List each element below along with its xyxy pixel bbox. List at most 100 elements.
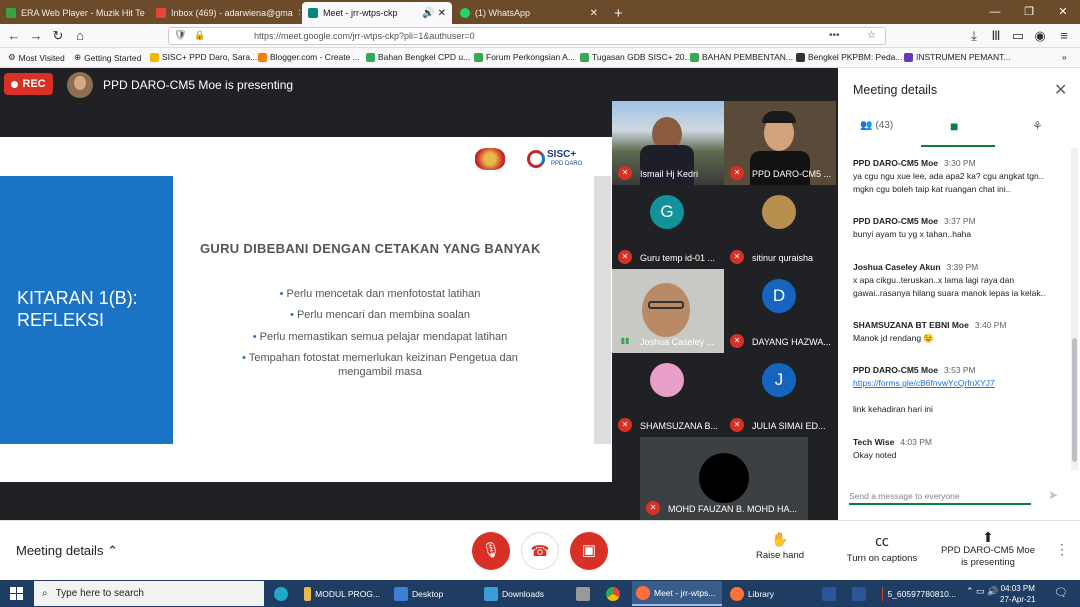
windows-start-icon[interactable] <box>10 587 23 600</box>
message-sender: PPD DARO-CM5 Moe <box>853 365 939 375</box>
participant-tile[interactable]: ✕ Ismail Hj Kedri <box>612 101 724 185</box>
url-text[interactable]: https://meet.google.com/jrr-wtps-ckp?pli… <box>254 31 475 41</box>
message-sender: Joshua Caseley Akun <box>853 262 941 272</box>
people-icon: 👥 <box>860 120 873 131</box>
lock-icon[interactable]: 🔒 <box>194 30 205 41</box>
account-icon[interactable]: ◉ <box>1032 28 1048 44</box>
close-tab-icon[interactable]: ✕ <box>298 8 300 19</box>
participant-tile[interactable]: ✕ sitinur quraisha <box>724 185 836 269</box>
camera-toggle-button[interactable]: ▣ <box>570 532 608 570</box>
message-text: x apa cikgu..teruskan..x lama lagi raya … <box>853 275 1015 285</box>
taskbar-label: MODUL PROG... <box>315 588 380 599</box>
new-tab-button[interactable]: + <box>608 2 630 24</box>
library-icon[interactable]: Ⅲ <box>988 28 1004 44</box>
glasses-icon <box>648 301 684 309</box>
download-icon[interactable]: ⤓ <box>966 28 982 44</box>
logo-text: SISC+ <box>547 149 577 160</box>
message-text: link kehadiran hari ini <box>853 404 933 414</box>
notification-icon[interactable]: 🗨 <box>1054 586 1068 599</box>
bookmark-item[interactable]: ⊕ Getting Started <box>74 52 141 63</box>
tab-inbox[interactable]: Inbox (469) - adarwiena@gma ✕ <box>150 2 300 24</box>
meet-stage: REC PPD DARO-CM5 Moe is presenting KITAR… <box>0 68 838 520</box>
participant-name: sitinur quraisha <box>752 253 814 263</box>
taskbar-item-active[interactable]: Meet - jrr-wtps... <box>632 581 722 606</box>
store-icon[interactable] <box>572 581 594 606</box>
activities-icon[interactable]: ⚘ <box>1032 119 1043 133</box>
bookmark-item[interactable]: BAHAN PEMBENTAN... <box>690 52 793 62</box>
bookmark-item[interactable]: INSTRUMEN PEMANT... <box>904 52 1010 62</box>
message-sender: SHAMSUZANA BT EBNI Moe <box>853 320 969 330</box>
minimize-icon[interactable]: — <box>978 0 1012 24</box>
captions-button[interactable]: ㏄ Turn on captions <box>842 531 922 564</box>
presenting-button[interactable]: ⬆ PPD DARO-CM5 Moe is presenting <box>940 530 1036 569</box>
meeting-details-button[interactable]: Meeting details ⌃ <box>16 543 118 559</box>
mic-off-icon: 🎙 <box>481 542 501 559</box>
chat-scrollbar[interactable] <box>1071 148 1078 470</box>
send-icon[interactable]: ➤ <box>1048 488 1058 502</box>
shield-icon[interactable]: 🛡 <box>174 30 187 41</box>
tab-people[interactable]: 👥 (43) <box>860 120 893 131</box>
tray-icons[interactable]: ⌃ ▭ 🔊 <box>966 586 998 597</box>
participant-tile[interactable]: ✕ SHAMSUZANA B... <box>612 353 724 437</box>
forward-icon[interactable]: → <box>28 28 44 44</box>
participant-video <box>762 111 796 123</box>
globe-icon: ⊕ <box>74 52 82 62</box>
address-bar[interactable]: 🛡 🔒 https://meet.google.com/jrr-wtps-ckp… <box>168 27 886 45</box>
bookmark-item[interactable]: ⚙ Most Visited <box>8 52 65 63</box>
participant-tile[interactable]: G ✕ Guru temp id-01 ... <box>612 185 724 269</box>
scrollbar-thumb[interactable] <box>1072 338 1077 462</box>
participant-tile[interactable]: ▮▮ Joshua Caseley ... <box>612 269 724 353</box>
raise-hand-button[interactable]: ✋ Raise hand <box>752 531 808 561</box>
chat-input[interactable]: Send a message to everyone <box>849 487 1031 505</box>
maximize-icon[interactable]: ❐ <box>1012 0 1046 24</box>
tab-meet[interactable]: Meet - jrr-wtps-ckp 🔊 ✕ <box>302 2 452 24</box>
message-text: ya cgu ngu xue lee, ada apa2 ka? cgu ang… <box>853 171 1044 181</box>
word-icon[interactable] <box>818 581 840 606</box>
close-window-icon[interactable]: ✕ <box>1046 0 1080 24</box>
sidebar-icon[interactable]: ▭ <box>1010 28 1026 44</box>
taskbar-label: Desktop <box>412 588 444 599</box>
star-icon[interactable]: ☆ <box>867 30 876 41</box>
menu-icon[interactable]: ≡ <box>1056 28 1072 44</box>
close-tab-icon[interactable]: ✕ <box>590 8 598 19</box>
browser-tab-bar: ERA Web Player - Muzik Hit Te✕ Inbox (46… <box>0 0 1080 24</box>
participant-tile[interactable]: J ✕ JULIA SIMAI ED... <box>724 353 836 437</box>
participant-tile[interactable]: D ✕ DAYANG HAZWA... <box>724 269 836 353</box>
edge-icon[interactable] <box>270 581 292 606</box>
close-tab-icon[interactable]: 🔊 ✕ <box>422 8 446 19</box>
participant-tile[interactable]: ✕ MOHD FAUZAN B. MOHD HA... <box>640 437 808 520</box>
more-options-icon[interactable]: ⋮ <box>1055 541 1069 558</box>
more-icon[interactable]: ••• <box>829 30 840 41</box>
taskbar-item[interactable]: Library <box>726 581 812 606</box>
back-icon[interactable]: ← <box>6 28 22 44</box>
taskbar-clock[interactable]: 04:03 PM 27-Apr-21 <box>1000 583 1036 605</box>
mic-toggle-button[interactable]: 🎙 <box>472 532 510 570</box>
bookmark-item[interactable]: Tugasan GDB SISC+ 20... <box>580 52 692 62</box>
taskbar-item[interactable]: MODUL PROG... <box>300 581 384 606</box>
taskbar-search[interactable]: ⌕ Type here to search <box>34 581 264 606</box>
close-icon[interactable]: ✕ <box>1054 80 1067 100</box>
taskbar-item[interactable]: Downloads <box>480 581 564 606</box>
bookmark-item[interactable]: SISC+ PPD Daro, Sara... <box>150 52 257 62</box>
bookmark-item[interactable]: Blogger.com - Create ... <box>258 52 360 62</box>
bookmark-item[interactable]: Bengkel PKPBM: Peda... <box>796 52 903 62</box>
leave-call-button[interactable]: ☎ <box>521 532 559 570</box>
participant-avatar: D <box>762 279 796 313</box>
home-icon[interactable]: ⌂ <box>72 28 88 44</box>
chat-icon[interactable]: ■ <box>950 118 958 134</box>
bookmark-item[interactable]: Forum Perkongsian A... <box>474 52 575 62</box>
attendance-link[interactable]: https://forms.gle/cB6fnvwYcQrfnXYJ7 <box>853 378 995 388</box>
participant-tile[interactable]: ✕ PPD DARO-CM5 ... <box>724 101 836 185</box>
window-controls: — ❐ ✕ <box>978 0 1080 24</box>
tab-era[interactable]: ERA Web Player - Muzik Hit Te✕ <box>0 2 148 24</box>
chrome-icon[interactable] <box>602 581 624 606</box>
excel-icon[interactable] <box>848 581 870 606</box>
more-bookmarks-icon[interactable]: » <box>1062 52 1067 62</box>
bookmark-item[interactable]: Bahan Bengkel CPD u... <box>366 52 470 62</box>
taskbar-item[interactable]: Desktop <box>390 581 474 606</box>
taskbar-label: Downloads <box>502 588 545 599</box>
taskbar-item[interactable]: 5_60597780810... <box>878 581 960 606</box>
page-icon <box>796 52 805 62</box>
tab-whatsapp[interactable]: (1) WhatsApp ✕ <box>454 2 604 24</box>
reload-icon[interactable]: ↻ <box>50 28 66 44</box>
